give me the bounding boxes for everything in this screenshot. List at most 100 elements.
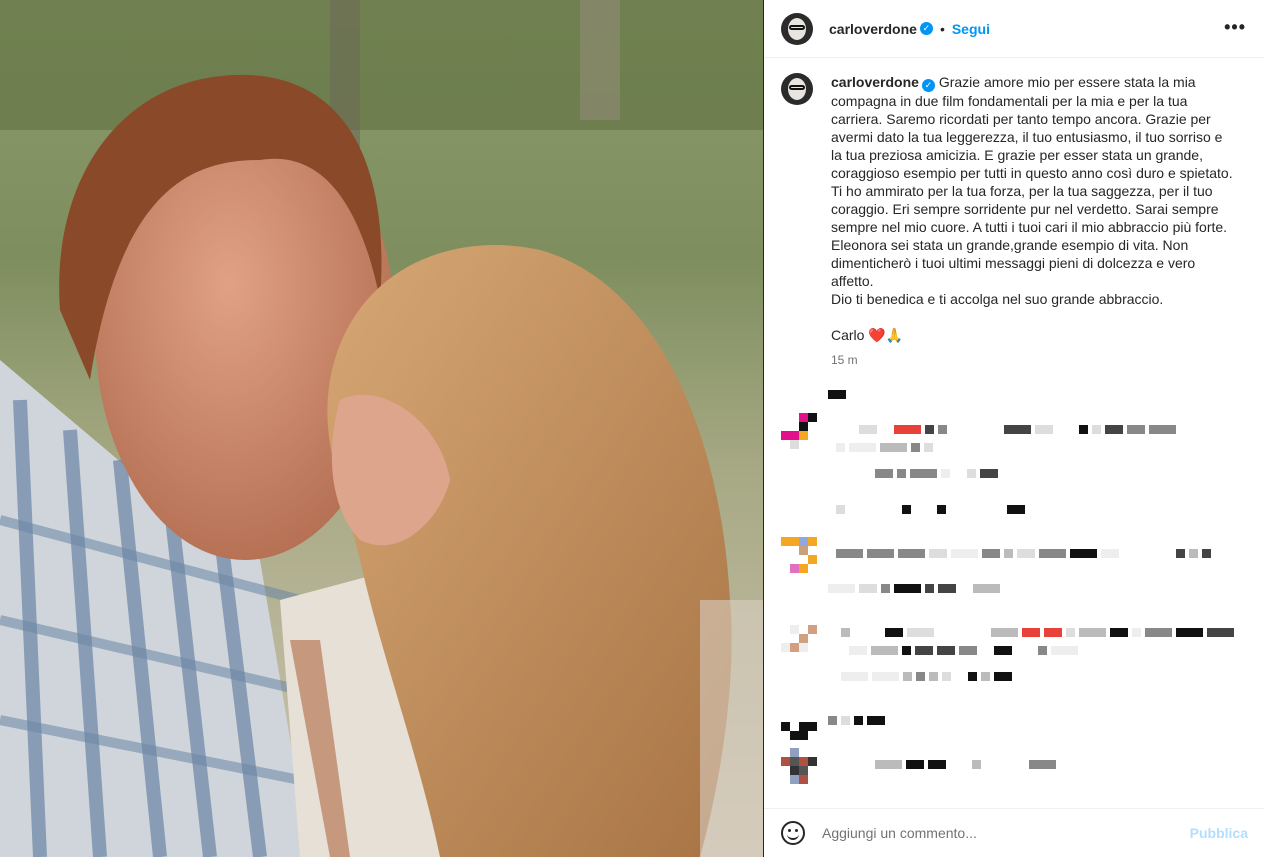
obscured-comment-text [942,672,951,681]
obscured-comment-text [1176,628,1203,637]
obscured-comment-text [872,672,899,681]
obscured-comment-text [994,646,1012,655]
obscured-comment-text [1145,628,1172,637]
obscured-comment-text [994,672,1012,681]
obscured-comment-text [1127,425,1145,434]
obscured-comment-text [841,672,868,681]
obscured-comment-text [1051,646,1078,655]
obscured-comment-text [1176,549,1185,558]
post-header: carloverdone ✓ • Segui ••• [764,0,1264,58]
obscured-comment-text [1149,425,1176,434]
obscured-comment-text [1029,760,1056,769]
obscured-comment-text [841,628,850,637]
post-photo[interactable] [0,0,763,857]
caption-author-avatar[interactable] [781,73,813,105]
obscured-comment-text [1079,425,1088,434]
obscured-comment-text [897,469,906,478]
caption-text: Grazie amore mio per essere stata la mia… [831,74,1233,343]
author-avatar[interactable] [781,12,813,45]
comment-composer: Pubblica [764,808,1264,857]
obscured-comment-text [938,584,956,593]
obscured-comment-text [938,425,947,434]
obscured-comment-text [1038,646,1047,655]
emoji-smiley-icon[interactable] [781,821,805,845]
obscured-comment-text [859,425,877,434]
obscured-comment-text [1035,425,1053,434]
obscured-avatar [781,616,817,652]
obscured-comment-text [836,505,845,514]
obscured-comment-text [915,646,933,655]
obscured-comment-text [951,549,978,558]
more-options-icon[interactable]: ••• [1224,18,1246,36]
obscured-comment-text [1132,628,1141,637]
obscured-comment-text [1070,549,1097,558]
obscured-comment-text [875,469,893,478]
post-caption: carloverdone ✓ Grazie amore mio per esser… [781,73,1251,369]
caption-verified-badge-icon: ✓ [921,79,935,92]
comment-input[interactable] [822,825,1182,841]
obscured-comment-text [885,628,903,637]
obscured-comment-text [1007,505,1025,514]
obscured-comment-text [941,469,950,478]
obscured-comment-text [871,646,898,655]
obscured-comment-text [1202,549,1211,558]
obscured-comment-text [1004,549,1013,558]
comments-list-obscured [764,380,1264,810]
obscured-comment-text [916,672,925,681]
obscured-avatar [781,413,817,449]
obscured-comment-text [1022,628,1040,637]
obscured-comment-text [937,505,946,514]
obscured-comment-text [937,646,955,655]
obscured-comment-text [1110,628,1128,637]
obscured-comment-text [1066,628,1075,637]
obscured-comment-text [902,505,911,514]
obscured-comment-text [981,672,990,681]
obscured-avatar [781,537,817,573]
obscured-comment-text [1044,628,1062,637]
obscured-comment-text [828,716,837,725]
obscured-comment-text [836,443,845,452]
obscured-comment-text [903,672,912,681]
obscured-comment-text [841,716,850,725]
obscured-comment-text [991,628,1018,637]
obscured-comment-text [828,390,846,399]
caption-username[interactable]: carloverdone [831,74,919,90]
obscured-comment-text [928,760,946,769]
obscured-comment-text [1039,549,1066,558]
obscured-comment-text [894,425,921,434]
obscured-comment-text [972,760,981,769]
obscured-comment-text [925,425,934,434]
obscured-comment-text [898,549,925,558]
obscured-comment-text [867,716,885,725]
obscured-comment-text [828,584,855,593]
obscured-comment-text [910,469,937,478]
header-separator: • [939,20,945,37]
obscured-comment-text [1079,628,1106,637]
obscured-comment-text [1105,425,1123,434]
obscured-comment-text [929,549,947,558]
obscured-comment-text [854,716,863,725]
obscured-comment-text [875,760,902,769]
follow-button[interactable]: Segui [952,21,990,37]
author-username[interactable]: carloverdone [829,21,917,37]
obscured-comment-text [1092,425,1101,434]
obscured-comment-text [894,584,921,593]
obscured-comment-text [967,469,976,478]
obscured-comment-text [902,646,911,655]
post-side-panel: carloverdone ✓ • Segui ••• carloverdone ✓… [764,0,1264,857]
obscured-comment-text [1101,549,1119,558]
obscured-avatar [781,748,817,784]
publish-button[interactable]: Pubblica [1190,825,1248,841]
obscured-comment-text [859,584,877,593]
obscured-comment-text [907,628,934,637]
obscured-comment-text [849,443,876,452]
post-timestamp[interactable]: 15 m [831,351,1234,369]
post-modal: carloverdone ✓ • Segui ••• carloverdone ✓… [0,0,1264,857]
obscured-comment-text [881,584,890,593]
obscured-comment-text [968,672,977,681]
obscured-comment-text [906,760,924,769]
obscured-comment-text [1189,549,1198,558]
caption-body: carloverdone ✓ Grazie amore mio per esser… [831,73,1234,369]
obscured-comment-text [925,584,934,593]
obscured-comment-text [849,646,867,655]
